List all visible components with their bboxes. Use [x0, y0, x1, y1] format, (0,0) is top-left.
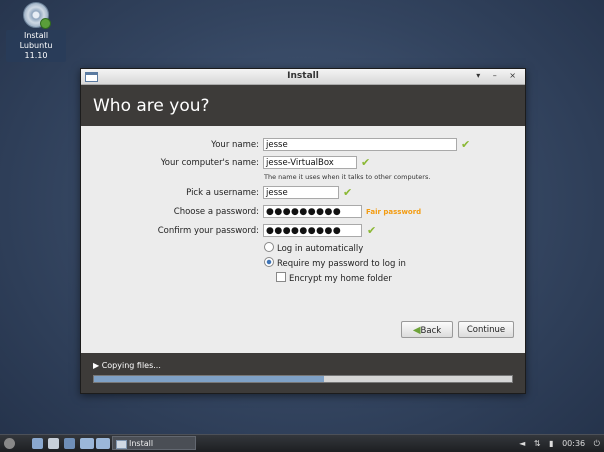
back-arrow-icon: ◀ [412, 325, 421, 336]
continue-button[interactable]: Continue [458, 321, 514, 338]
check-icon: ✔ [367, 224, 377, 237]
your-name-field[interactable]: jesse [263, 138, 457, 151]
confirm-password-field[interactable]: ●●●●●●●●● [263, 224, 362, 237]
progress-bar [93, 375, 513, 383]
battery-icon[interactable]: ▮ [549, 439, 553, 448]
username-row: Pick a username: jesse ✔ [81, 186, 525, 200]
username-field[interactable]: jesse [263, 186, 339, 199]
check-icon: ✔ [343, 186, 353, 199]
confirm-password-row: Confirm your password: ●●●●●●●●● ✔ [81, 224, 525, 238]
encrypt-home-option[interactable]: Encrypt my home folder [276, 272, 392, 285]
clock: 00:36 [562, 439, 586, 448]
desktop-install-icon[interactable]: Install Lubuntu 11.10 [6, 2, 66, 62]
radio-require-password[interactable] [264, 257, 274, 267]
file-manager-icon[interactable] [32, 438, 43, 449]
window-title: Install [287, 71, 319, 81]
password-field[interactable]: ●●●●●●●●● [263, 205, 362, 218]
terminal-icon[interactable] [64, 438, 75, 449]
username-label: Pick a username: [186, 188, 259, 198]
progress-area: ▶ Copying files... [81, 353, 525, 393]
confirm-password-label: Confirm your password: [157, 226, 259, 236]
computer-name-label: Your computer's name: [160, 158, 259, 168]
password-row: Choose a password: ●●●●●●●●● Fair passwo… [81, 205, 525, 219]
password-label: Choose a password: [173, 207, 259, 217]
desktop-icon-label: Install Lubuntu 11.10 [6, 30, 66, 62]
browser-icon[interactable] [48, 438, 59, 449]
speaker-icon[interactable]: ◄ [519, 439, 525, 448]
computer-name-row: Your computer's name: jesse-VirtualBox ✔ [81, 156, 525, 170]
window-controls[interactable]: ▾ – × [476, 71, 521, 80]
computer-name-hint: The name it uses when it talks to other … [264, 173, 431, 181]
progress-label[interactable]: ▶ Copying files... [93, 361, 161, 370]
window-titlebar[interactable]: Install ▾ – × [81, 69, 525, 85]
checkbox-encrypt-home[interactable] [276, 272, 286, 282]
system-tray: ◄ ⇅ ▮ 00:36 ⏻ [513, 435, 600, 452]
your-name-label: Your name: [211, 140, 259, 150]
back-button[interactable]: ◀Back [401, 321, 453, 338]
power-icon[interactable]: ⏻ [594, 439, 600, 448]
require-password-option[interactable]: Require my password to log in [264, 257, 406, 270]
desktop-switch-icon[interactable] [80, 438, 94, 449]
password-strength-label: Fair password [366, 208, 422, 216]
menu-icon[interactable] [4, 438, 15, 449]
your-name-row: Your name: jesse ✔ [81, 138, 525, 152]
progress-fill [94, 376, 324, 382]
cd-disc-icon [23, 2, 51, 29]
login-automatically-option[interactable]: Log in automatically [264, 242, 363, 255]
check-icon: ✔ [461, 138, 471, 151]
workspace-icon[interactable] [96, 438, 110, 449]
check-icon: ✔ [361, 156, 371, 169]
taskbar: Install ◄ ⇅ ▮ 00:36 ⏻ [0, 434, 604, 452]
install-window: Install ▾ – × Who are you? Your name: je… [80, 68, 526, 394]
computer-name-field[interactable]: jesse-VirtualBox [263, 156, 357, 169]
taskbar-install-task[interactable]: Install [112, 436, 196, 450]
network-icon[interactable]: ⇅ [534, 439, 541, 448]
radio-login-automatically[interactable] [264, 242, 274, 252]
page-title: Who are you? [81, 85, 525, 126]
